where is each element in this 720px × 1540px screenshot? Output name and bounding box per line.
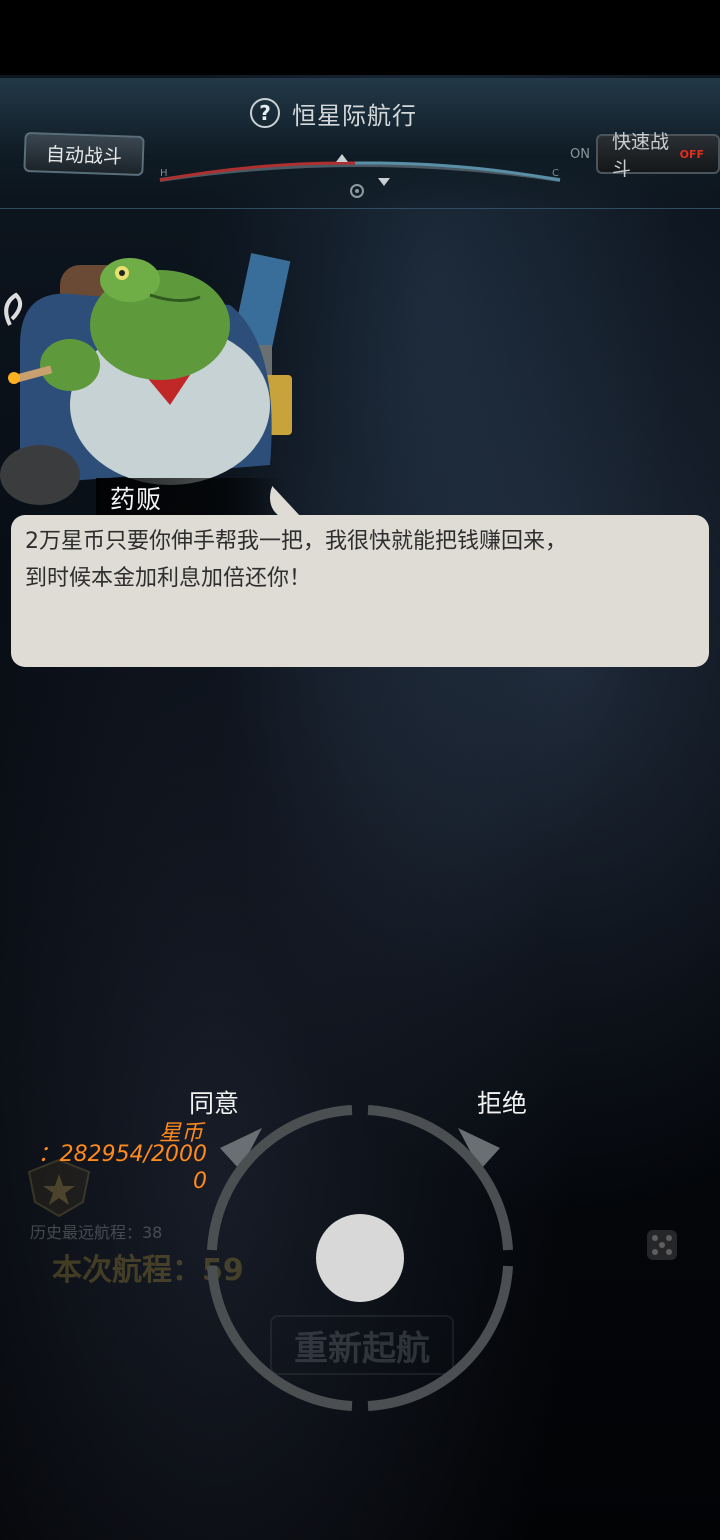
fast-battle-toggle[interactable]: ON 快速战斗 OFF	[570, 131, 720, 180]
history-best-voyage: 历史最远航程：38	[30, 1223, 163, 1242]
gauge-marker-top	[336, 154, 348, 162]
choice-joystick[interactable]	[200, 1098, 520, 1418]
help-icon[interactable]: ?	[250, 98, 280, 128]
fast-battle-off-label: OFF	[679, 147, 704, 161]
fast-battle-label: 快速战斗	[611, 131, 669, 180]
star-coin-value: ：282954/20000	[37, 1142, 207, 1194]
gauge-left-label: H	[160, 168, 168, 179]
dialog-box[interactable]: 2万星币只要你伸手帮我一把，我很快就能把钱赚回来， 到时候本金加利息加倍还你！	[11, 515, 709, 667]
joystick-knob	[316, 1214, 404, 1302]
fast-battle-on-label: ON	[570, 146, 590, 162]
dice-icon	[647, 1230, 677, 1260]
toad-merchant-portrait	[0, 253, 292, 505]
auto-battle-button[interactable]: 自动战斗	[23, 131, 145, 177]
gauge-marker-bottom	[378, 178, 390, 186]
target-icon	[350, 184, 364, 198]
fast-battle-button[interactable]: 快速战斗 OFF	[595, 131, 720, 180]
status-bar-area	[0, 0, 720, 78]
page-title: 恒星际航行	[292, 101, 417, 130]
dialog-text: 2万星币只要你伸手帮我一把，我很快就能把钱赚回来， 到时候本金加利息加倍还你！	[25, 529, 567, 591]
title-group: ? 恒星际航行	[250, 95, 417, 131]
speaker-name: 药贩	[110, 485, 163, 514]
gauge-right-label: C	[552, 168, 559, 179]
